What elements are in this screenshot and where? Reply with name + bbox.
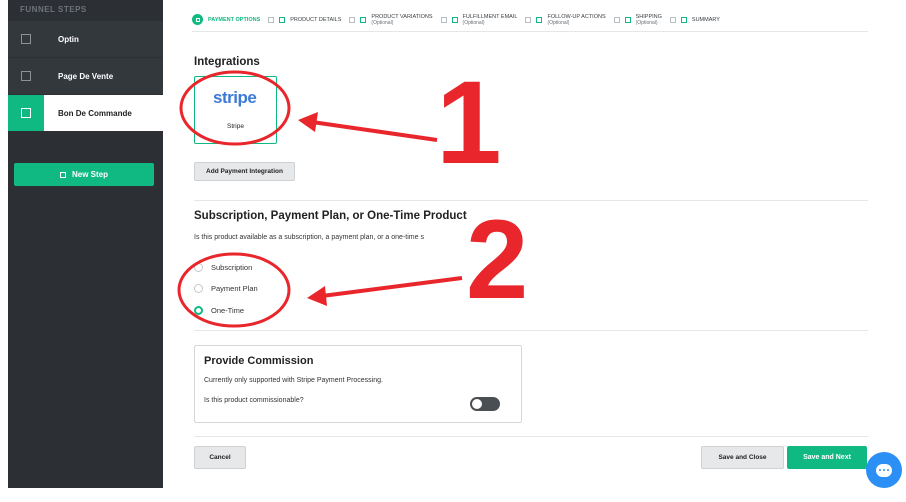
progress-box-icon	[279, 16, 286, 23]
sidebar-step-optin[interactable]: Optin	[8, 21, 163, 57]
sidebar-step-label: Optin	[58, 34, 79, 44]
progress-step-shipping[interactable]: SHIPPING (Optional)	[613, 13, 662, 26]
progress-box-icon	[360, 16, 367, 23]
radio-circle-icon	[194, 263, 203, 272]
progress-box-icon	[268, 16, 275, 23]
section-divider	[194, 436, 868, 437]
step-checkbox-icon	[21, 71, 31, 81]
progress-step-label: FULFILLMENT EMAIL	[462, 13, 518, 20]
progress-box-icon	[525, 16, 532, 23]
annotation-number-2: 2	[466, 197, 529, 322]
stripe-card-label: Stripe	[227, 123, 244, 130]
stripe-logo: stripe	[213, 88, 257, 107]
integrations-title: Integrations	[194, 56, 260, 68]
section-divider	[194, 200, 868, 201]
progress-step-summary[interactable]: SUMMARY	[669, 16, 720, 23]
product-type-title: Subscription, Payment Plan, or One-Time …	[194, 210, 467, 222]
radio-one-time[interactable]: One-Time	[194, 306, 244, 315]
commission-title: Provide Commission	[204, 355, 314, 367]
progress-step-sub: (Optional)	[547, 19, 570, 26]
radio-label: Payment Plan	[211, 284, 258, 293]
sidebar-step-label: Bon De Commande	[58, 108, 132, 118]
radio-subscription[interactable]: Subscription	[194, 263, 252, 272]
sidebar-header: FUNNEL STEPS	[20, 5, 87, 14]
progress-active-icon	[192, 14, 203, 25]
chat-icon	[876, 463, 892, 477]
annotation-number-1: 1	[436, 57, 502, 189]
progress-step-product-details[interactable]: PRODUCT DETAILS	[268, 16, 342, 23]
commission-note: Currently only supported with Stripe Pay…	[204, 377, 383, 384]
new-step-icon	[59, 171, 66, 178]
progress-box-icon	[536, 16, 543, 23]
progress-step-label: PAYMENT OPTIONS	[208, 16, 261, 23]
progress-step-label: PRODUCT DETAILS	[290, 16, 342, 23]
progress-step-label: FOLLOW-UP ACTIONS	[547, 13, 606, 20]
progress-step-label: PRODUCT VARIATIONS	[371, 13, 433, 20]
progress-box-icon	[440, 16, 447, 23]
progress-box-icon	[451, 16, 458, 23]
save-and-close-button[interactable]: Save and Close	[701, 446, 784, 469]
progress-step-product-variations[interactable]: PRODUCT VARIATIONS (Optional)	[349, 13, 433, 26]
sidebar-step-bon-de-commande[interactable]: Bon De Commande	[8, 95, 163, 131]
progress-step-follow-up-actions[interactable]: FOLLOW-UP ACTIONS (Optional)	[525, 13, 606, 26]
commission-toggle[interactable]	[470, 397, 500, 411]
progress-step-sub: (Optional)	[371, 19, 394, 26]
product-setup-progress: PAYMENT OPTIONS PRODUCT DETAILS PRODUCT …	[192, 8, 868, 32]
radio-checked-icon	[194, 306, 203, 315]
radio-label: One-Time	[211, 306, 245, 315]
chat-support-button[interactable]	[866, 452, 902, 488]
save-and-next-button[interactable]: Save and Next	[787, 446, 867, 469]
progress-step-sub: (Optional)	[462, 19, 485, 26]
funnel-sidebar: FUNNEL STEPS Optin Page De Vente Bon De …	[8, 0, 163, 488]
progress-step-fulfillment-email[interactable]: FULFILLMENT EMAIL (Optional)	[440, 13, 518, 26]
step-checkbox-icon	[21, 34, 31, 44]
toggle-knob	[472, 399, 482, 409]
sidebar-step-label: Page De Vente	[58, 71, 114, 81]
stripe-integration-card[interactable]: stripe Stripe	[194, 76, 277, 144]
step-active-marker	[8, 95, 44, 131]
sidebar-step-page-de-vente[interactable]: Page De Vente	[8, 58, 163, 94]
progress-box-icon	[669, 16, 676, 23]
progress-box-icon	[624, 16, 631, 23]
page-footer	[0, 488, 906, 502]
new-step-label: New Step	[71, 170, 108, 179]
commission-question: Is this product commissionable?	[204, 397, 304, 404]
progress-step-sub: (Optional)	[635, 19, 658, 26]
new-step-button[interactable]: New Step	[14, 163, 154, 186]
progress-box-icon	[349, 16, 356, 23]
progress-step-payment-options[interactable]: PAYMENT OPTIONS	[192, 14, 260, 25]
progress-step-label: SUMMARY	[691, 16, 720, 23]
annotation-arrow-2	[307, 276, 463, 306]
add-payment-integration-button[interactable]: Add Payment Integration	[194, 162, 295, 181]
annotation-arrow-1	[298, 112, 438, 142]
progress-step-label: SHIPPING	[635, 13, 662, 20]
progress-box-icon	[680, 16, 687, 23]
radio-payment-plan[interactable]: Payment Plan	[194, 284, 258, 293]
radio-circle-icon	[194, 284, 203, 293]
step-checkbox-icon	[21, 108, 31, 118]
progress-box-icon	[613, 16, 620, 23]
product-type-description: Is this product available as a subscript…	[194, 234, 424, 241]
cancel-button[interactable]: Cancel	[194, 446, 246, 469]
section-divider	[194, 330, 868, 331]
commission-panel: Provide Commission Currently only suppor…	[194, 345, 522, 423]
radio-label: Subscription	[211, 263, 253, 272]
